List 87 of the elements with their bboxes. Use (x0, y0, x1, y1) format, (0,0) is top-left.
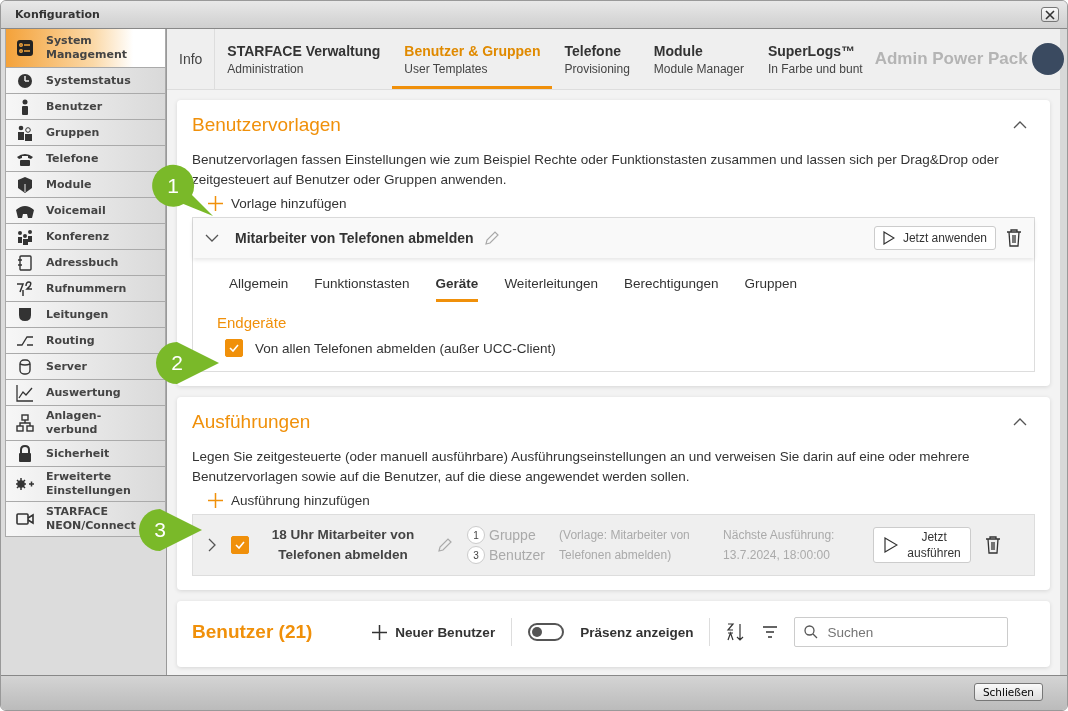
chart-icon (16, 383, 34, 402)
section-title: Ausführungen (192, 411, 311, 433)
sidebar-item[interactable]: Auswertung (5, 380, 166, 406)
avatar[interactable] (1031, 43, 1064, 75)
apply-now-button[interactable]: Jetzt anwenden (873, 226, 996, 250)
nav-tab[interactable]: SuperLogs™ In Farbe und bunt (755, 29, 875, 89)
template-tab[interactable]: Berechtigungen (623, 270, 719, 302)
subsection-title: Endgeräte (217, 314, 288, 331)
template-tab[interactable]: Weiterleitungen (504, 270, 598, 302)
clock-icon (16, 71, 34, 90)
checkbox[interactable] (231, 536, 249, 554)
search-icon (804, 625, 819, 639)
window-title: Konfiguration (15, 8, 100, 21)
template-tab[interactable]: Geräte (435, 270, 479, 302)
template-name: Mitarbeiter von Telefonen abmelden (235, 230, 474, 246)
search-field[interactable]: Suchen (794, 617, 1009, 647)
sidebar-item[interactable]: Gruppen (5, 120, 166, 146)
address-book-icon (16, 253, 34, 272)
sidebar-item[interactable]: Routing (5, 328, 166, 354)
sidebar-item[interactable]: Leitungen (5, 302, 166, 328)
template-tab[interactable]: Funktionstasten (314, 270, 410, 302)
numbers-icon (16, 279, 34, 298)
trash-icon[interactable] (985, 536, 1002, 554)
presence-toggle[interactable] (528, 623, 565, 641)
checkbox[interactable] (225, 339, 243, 357)
sidebar-item[interactable]: Sicherheit (5, 441, 166, 467)
presence-label: Präsenz anzeigen (580, 624, 694, 640)
sidebar-item[interactable]: Rufnummern (5, 276, 166, 302)
add-template-button[interactable]: Vorlage hinzufügen (192, 196, 347, 211)
people-icon (16, 123, 34, 142)
sidebar-item[interactable]: Erweiterte Einstellungen (5, 467, 166, 502)
check-icon (229, 344, 239, 352)
group-icon (16, 227, 34, 246)
checkbox-label: Von allen Telefonen abmelden (außer UCC-Client) (255, 340, 556, 356)
section-title: Benutzer (21) (192, 621, 313, 643)
nav-tab[interactable]: STARFACE Verwaltung Administration (215, 29, 393, 89)
sidebar-item[interactable]: Voicemail (5, 198, 166, 224)
template-note: (Vorlage: Mitarbeiter von Telefonen abmelden) (559, 527, 691, 564)
users-label: Benutzer (489, 547, 546, 563)
count-badge: 3 (467, 546, 485, 564)
template-tab[interactable]: Allgemein (229, 270, 289, 302)
template-tab[interactable]: Gruppen (744, 270, 798, 302)
description-text: Benutzervorlagen fassen Einstellungen wie zum Beispiel Rechte oder Funktionstasten zusammen und lassen sich per Drag&Drop oder zeitgesteuert auf Benutzer oder Gruppen anwenden. (192, 151, 1000, 189)
plus-icon (208, 493, 223, 508)
run-now-button[interactable]: Jetzt ausführen (873, 527, 972, 563)
execution-name: 18 Uhr Mitarbeiter von Telefonen abmelden (270, 526, 416, 564)
sidebar-item[interactable]: Konferenz (5, 224, 166, 250)
gear-plus-icon (16, 475, 34, 493)
description-text: Legen Sie zeitgesteuerte (oder manuell ausführbare) Ausführungseinstellungen an und verweisen Sie darin auf eine oder mehrere Benutzervorlagen sowie auf die Benutzer, auf die diese angewendet werden sollen. (192, 448, 971, 486)
sidebar-item[interactable]: Server (5, 354, 166, 380)
sidebar-item[interactable]: Benutzer (5, 94, 166, 120)
chevron-up-icon[interactable] (1013, 120, 1027, 130)
chevron-right-icon[interactable] (207, 538, 217, 552)
sidebar-item[interactable]: Systemstatus (5, 68, 166, 94)
filter-icon[interactable] (762, 626, 779, 638)
new-user-button[interactable]: Neuer Benutzer (372, 624, 496, 640)
plus-icon (208, 196, 223, 211)
watermark-text: Admin Power Pack (874, 49, 1028, 69)
camera-icon (16, 510, 34, 528)
play-icon (882, 231, 895, 245)
sidebar-item[interactable]: Adressbuch (5, 250, 166, 276)
sidebar-item[interactable]: Anlagen- verbund (5, 406, 166, 441)
chevron-up-icon[interactable] (1013, 417, 1027, 427)
trash-icon[interactable] (1006, 229, 1022, 247)
nav-tab[interactable]: Module Module Manager (641, 29, 756, 89)
nav-tab[interactable]: Benutzer & Gruppen User Templates (392, 29, 553, 89)
list-icon (16, 39, 34, 57)
close-button[interactable] (1041, 7, 1059, 22)
next-run-time: 13.7.2024, 18:00:00 (723, 547, 831, 564)
cylinder-icon (16, 357, 34, 376)
lock-icon (16, 444, 34, 463)
cube-icon (16, 175, 34, 194)
info-tab[interactable]: Info (167, 29, 216, 89)
groups-label: Gruppe (489, 527, 536, 543)
nav-tab[interactable]: Telefone Provisioning (552, 29, 642, 89)
play-icon (884, 537, 899, 553)
close-button[interactable]: Schließen (973, 683, 1043, 701)
add-execution-button[interactable]: Ausführung hinzufügen (192, 493, 370, 508)
section-title: Benutzervorlagen (192, 114, 341, 136)
sidebar-item[interactable]: Telefone (5, 146, 166, 172)
check-icon (235, 541, 245, 549)
chevron-down-icon[interactable] (205, 233, 219, 243)
next-run-label: Nächste Ausführung: (723, 527, 836, 544)
sidebar-item[interactable]: System Management (5, 29, 166, 68)
network-icon (16, 414, 34, 432)
plus-icon (372, 624, 388, 640)
count-badge: 1 (467, 526, 485, 544)
